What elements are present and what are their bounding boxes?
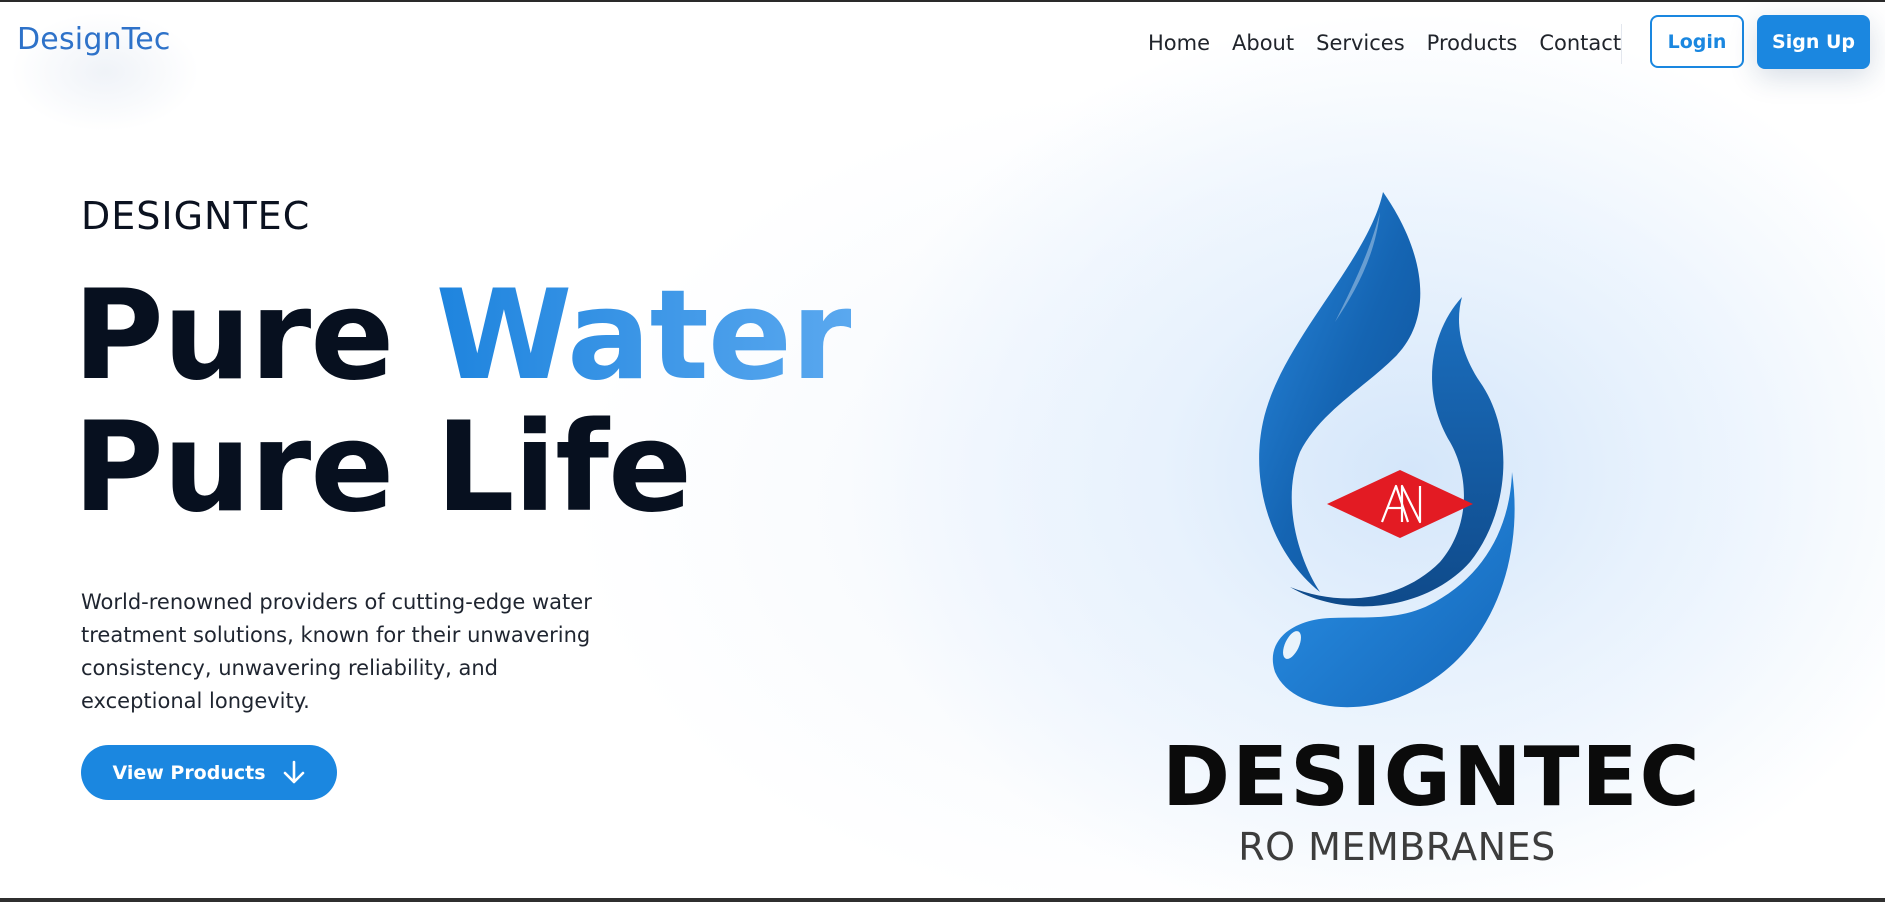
nav-link-home[interactable]: Home xyxy=(1148,30,1210,56)
logo-subtitle: RO MEMBRANES xyxy=(1238,825,1556,869)
signup-button[interactable]: Sign Up xyxy=(1757,15,1870,69)
hero-description: World-renowned providers of cutting-edge… xyxy=(81,590,592,713)
nav-link-contact[interactable]: Contact xyxy=(1539,30,1621,56)
view-products-label: View Products xyxy=(112,761,266,784)
arrow-down-icon xyxy=(282,760,306,786)
headline-line2: Pure Life xyxy=(73,396,692,540)
nav-link-services[interactable]: Services xyxy=(1316,30,1405,56)
hero-eyebrow: DESIGNTEC xyxy=(81,194,311,238)
headline-accent: Water xyxy=(435,264,853,408)
logo-wordmark: DESIGNTEC xyxy=(1162,730,1702,825)
view-products-button[interactable]: View Products xyxy=(81,745,337,800)
nav-link-about[interactable]: About xyxy=(1232,30,1294,56)
nav-divider xyxy=(1621,24,1622,64)
hero-headline: Pure Water Pure Life xyxy=(73,270,852,534)
page: DesignTec Home About Services Products C… xyxy=(0,0,1885,902)
nav-links: Home About Services Products Contact xyxy=(1148,30,1643,56)
brand-logo-link[interactable]: DesignTec xyxy=(17,22,171,57)
navbar: DesignTec Home About Services Products C… xyxy=(0,2,1885,132)
headline-part1: Pure xyxy=(73,264,436,408)
login-button[interactable]: Login xyxy=(1650,15,1744,68)
nav-link-products[interactable]: Products xyxy=(1427,30,1518,56)
